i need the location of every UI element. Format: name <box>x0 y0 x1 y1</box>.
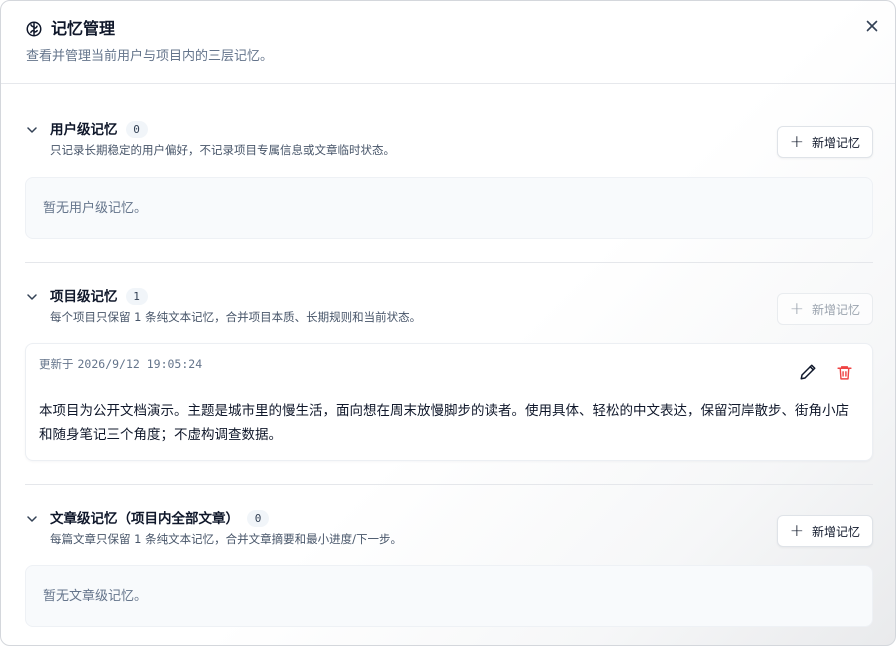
section-header: 用户级记忆 0 只记录长期稳定的用户偏好，不记录项目专属信息或文章临时状态。 + … <box>25 121 873 171</box>
updated-label: 更新于 <box>39 357 74 371</box>
add-article-memory-button[interactable]: + 新增记忆 <box>776 515 873 547</box>
section-title: 用户级记忆 0 <box>50 121 148 139</box>
memory-dialog: 记忆管理 查看并管理当前用户与项目内的三层记忆。 用户级记忆 0 只记录长期稳定的… <box>0 0 896 646</box>
updated-timestamp: 更新于 2026/9/12 19:05:24 <box>39 356 202 372</box>
section-title-text: 用户级记忆 <box>50 122 118 138</box>
memory-card: 更新于 2026/9/12 19:05:24 本项目为公开文档演示。主题是城市里的… <box>25 343 873 461</box>
empty-state: 暂无文章级记忆。 <box>25 565 873 627</box>
edit-memory-button[interactable] <box>796 360 820 384</box>
chevron-down-icon[interactable] <box>25 289 39 303</box>
title-row: 记忆管理 <box>25 19 115 39</box>
section-description: 每篇文章只保留 1 条纯文本记忆，合并文章摘要和最小进度/下一步。 <box>50 532 402 546</box>
plus-icon: + <box>789 131 804 152</box>
chevron-down-icon[interactable] <box>25 122 39 136</box>
project-memory-section: 项目级记忆 1 每个项目只保留 1 条纯文本记忆，合并项目本质、长期规则和当前状态… <box>25 288 873 461</box>
section-header: 项目级记忆 1 每个项目只保留 1 条纯文本记忆，合并项目本质、长期规则和当前状态… <box>25 288 873 338</box>
pencil-icon <box>800 364 816 380</box>
count-badge: 0 <box>125 121 148 138</box>
dialog-header: 记忆管理 查看并管理当前用户与项目内的三层记忆。 <box>1 1 895 84</box>
count-badge: 0 <box>247 510 269 527</box>
dialog-subtitle: 查看并管理当前用户与项目内的三层记忆。 <box>26 49 274 64</box>
brain-icon <box>25 20 43 38</box>
close-button[interactable] <box>861 15 883 37</box>
user-memory-section: 用户级记忆 0 只记录长期稳定的用户偏好，不记录项目专属信息或文章临时状态。 + … <box>25 121 873 239</box>
section-description: 每个项目只保留 1 条纯文本记忆，合并项目本质、长期规则和当前状态。 <box>50 310 422 324</box>
chevron-down-icon[interactable] <box>25 511 39 525</box>
memory-content: 本项目为公开文档演示。主题是城市里的慢生活，面向想在周末放慢脚步的读者。使用具体… <box>39 403 849 443</box>
section-title: 项目级记忆 1 <box>50 288 148 306</box>
article-memory-section: 文章级记忆（项目内全部文章） 0 每篇文章只保留 1 条纯文本记忆，合并文章摘要和… <box>25 510 873 627</box>
trash-icon <box>836 365 852 380</box>
section-divider <box>25 262 873 263</box>
close-icon <box>866 20 878 32</box>
add-user-memory-button[interactable]: + 新增记忆 <box>776 126 873 158</box>
section-title: 文章级记忆（项目内全部文章） 0 <box>50 510 269 528</box>
count-badge: 1 <box>125 288 148 305</box>
add-button-label: 新增记忆 <box>811 135 860 150</box>
section-title-text: 项目级记忆 <box>50 289 118 305</box>
delete-memory-button[interactable] <box>832 360 856 384</box>
add-button-label: 新增记忆 <box>811 302 860 317</box>
plus-icon: + <box>789 298 804 319</box>
section-description: 只记录长期稳定的用户偏好，不记录项目专属信息或文章临时状态。 <box>50 143 395 157</box>
add-button-label: 新增记忆 <box>811 524 860 539</box>
empty-state: 暂无用户级记忆。 <box>25 177 873 239</box>
section-divider <box>25 484 873 485</box>
section-title-text: 文章级记忆（项目内全部文章） <box>50 511 239 527</box>
add-project-memory-button[interactable]: + 新增记忆 <box>776 293 873 325</box>
updated-time: 2026/9/12 19:05:24 <box>77 357 203 371</box>
dialog-title: 记忆管理 <box>51 19 116 38</box>
plus-icon: + <box>789 520 804 541</box>
section-header: 文章级记忆（项目内全部文章） 0 每篇文章只保留 1 条纯文本记忆，合并文章摘要和… <box>25 510 873 560</box>
